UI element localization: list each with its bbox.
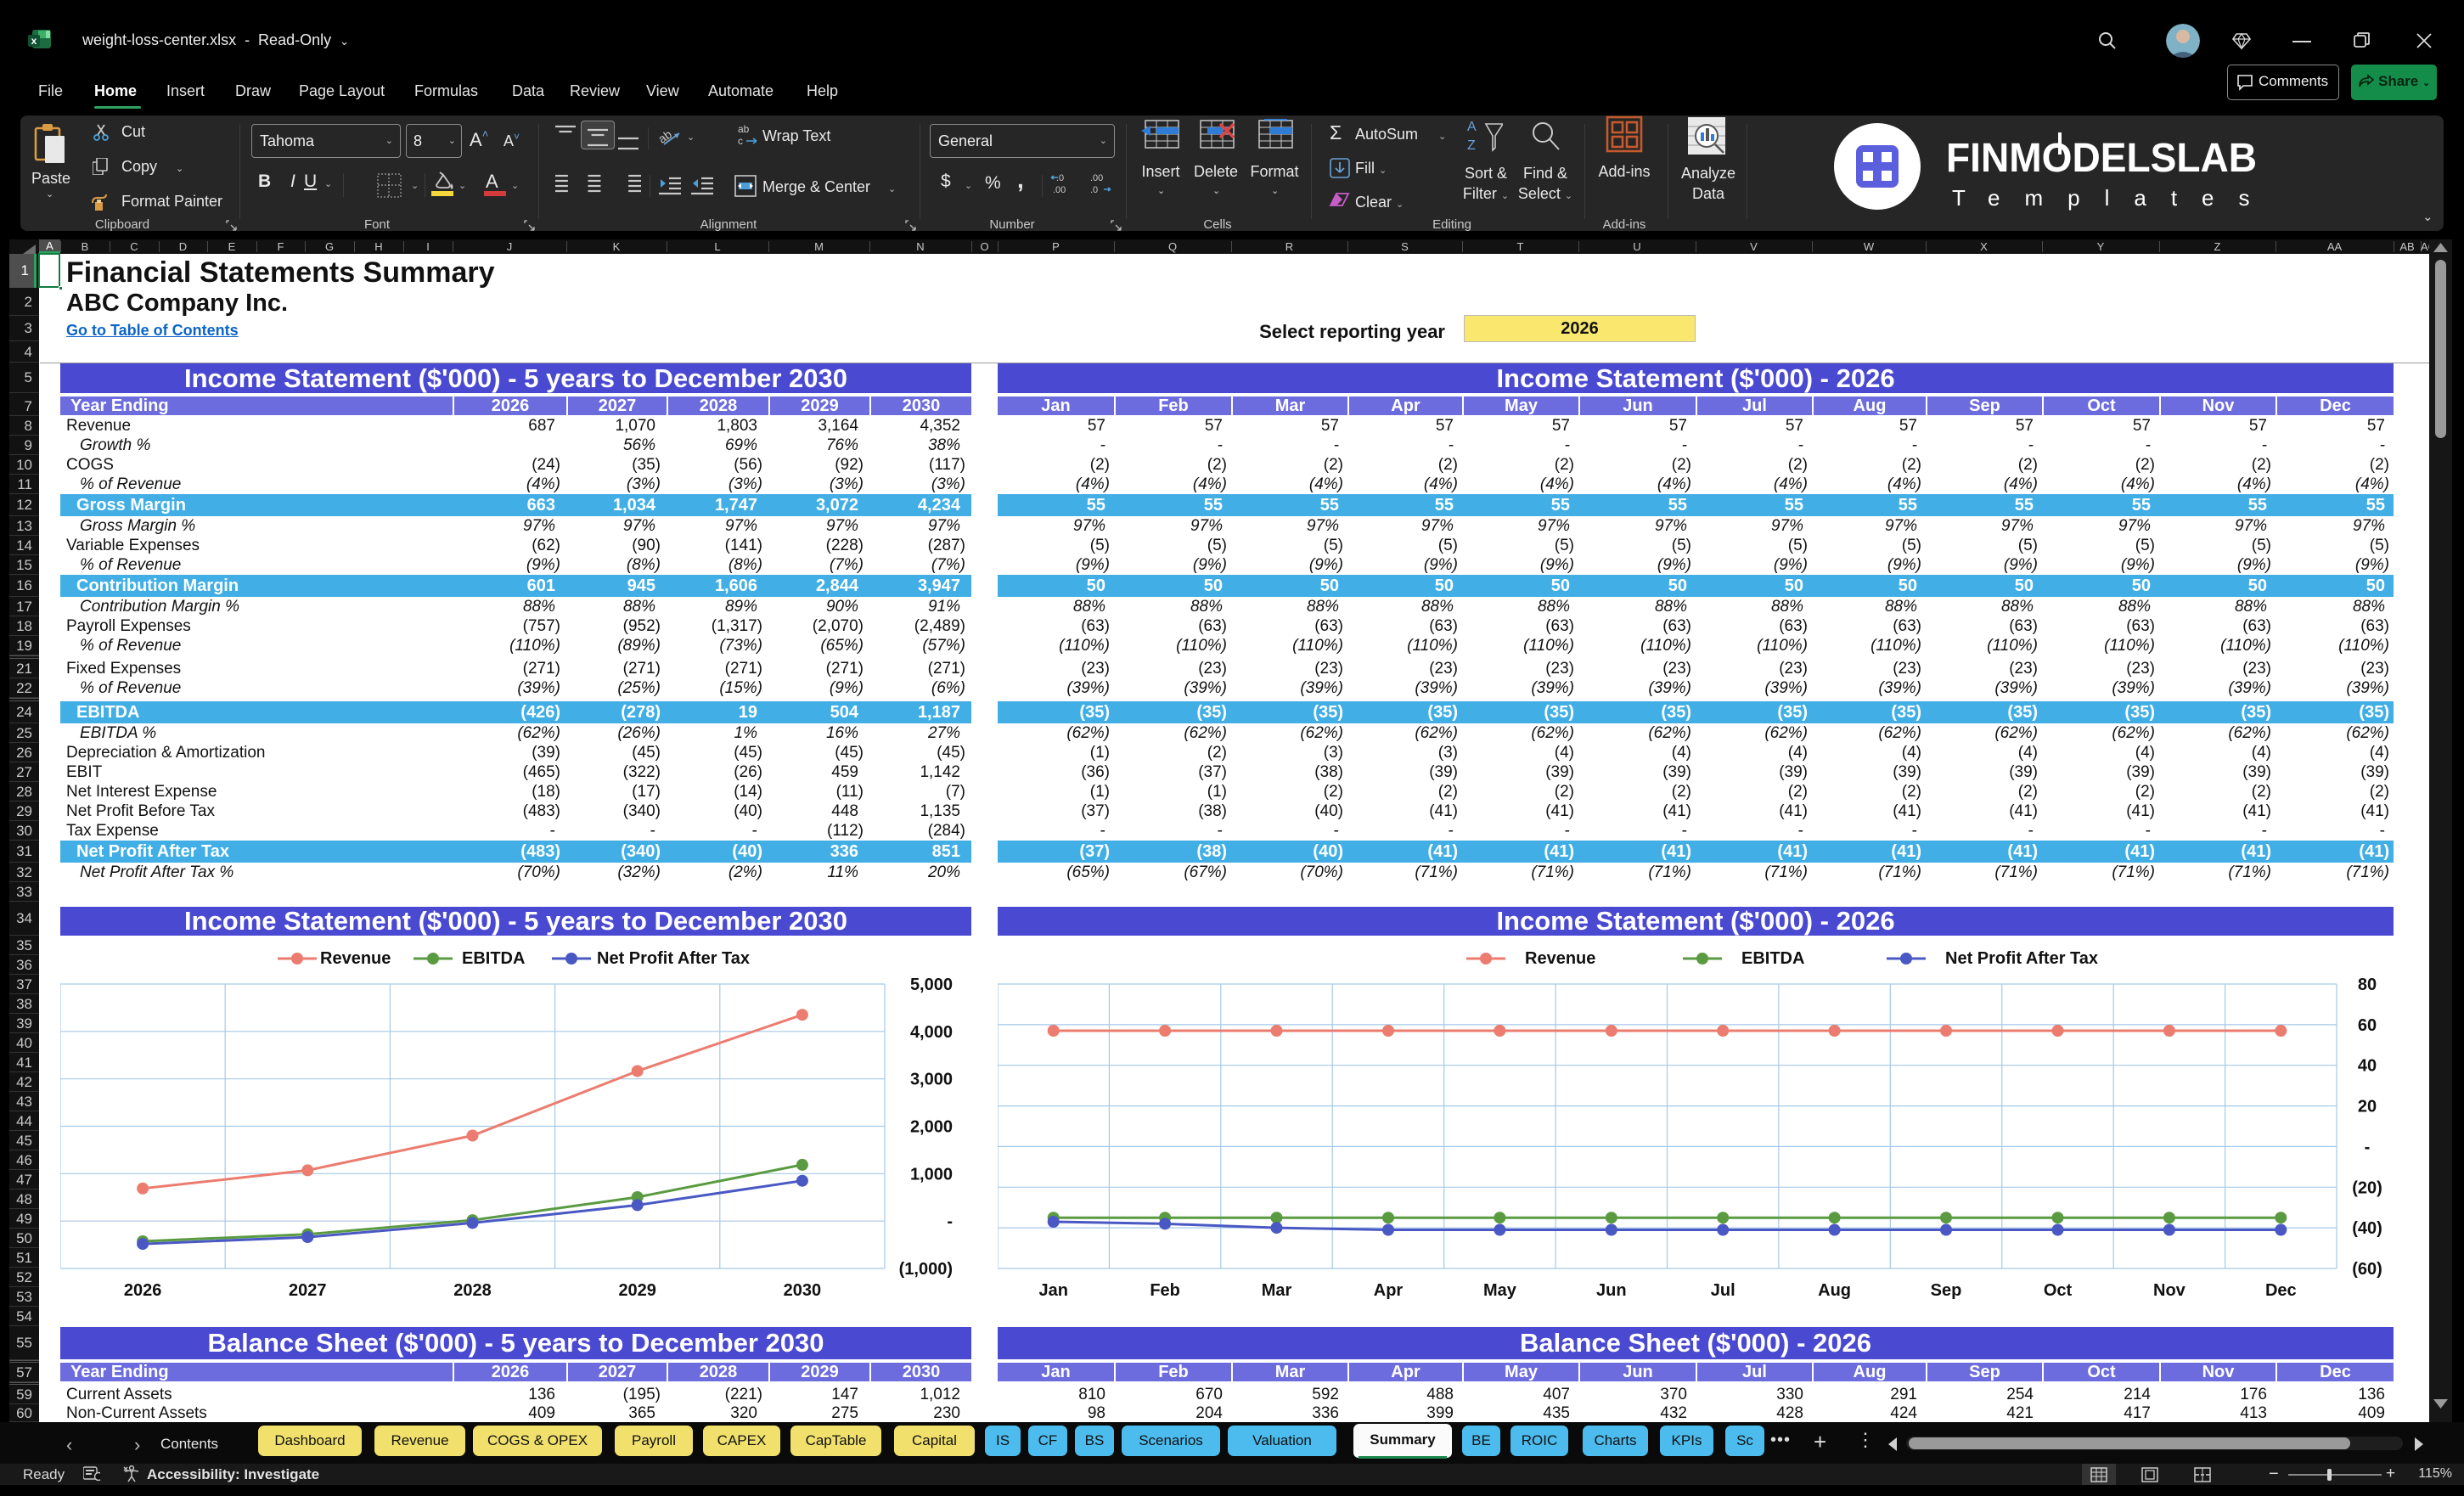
svg-text:4,000: 4,000 xyxy=(910,1023,953,1042)
svg-text:Jun: Jun xyxy=(1596,1281,1627,1300)
svg-text:c: c xyxy=(738,135,743,147)
svg-text:2030: 2030 xyxy=(784,1281,822,1300)
svg-text:May: May xyxy=(1483,1281,1517,1300)
svg-text:.0: .0 xyxy=(1056,173,1064,183)
svg-text:Mar: Mar xyxy=(1262,1281,1292,1300)
svg-text:Jul: Jul xyxy=(1711,1281,1735,1300)
svg-text:(20): (20) xyxy=(2352,1178,2382,1197)
svg-text:.00: .00 xyxy=(1053,185,1066,195)
svg-text:Aug: Aug xyxy=(1818,1281,1851,1300)
svg-text:.0: .0 xyxy=(1090,185,1098,195)
svg-text:Oct: Oct xyxy=(2044,1281,2073,1300)
svg-text:60: 60 xyxy=(2358,1016,2377,1035)
svg-text:x: x xyxy=(31,35,37,47)
svg-text:Sep: Sep xyxy=(1931,1281,1962,1300)
svg-text:2,000: 2,000 xyxy=(910,1118,953,1137)
svg-text:-: - xyxy=(947,1212,953,1231)
svg-text:2029: 2029 xyxy=(618,1281,656,1300)
svg-text:ab: ab xyxy=(738,123,750,135)
svg-text:5,000: 5,000 xyxy=(910,976,953,994)
svg-text:EBITDA: EBITDA xyxy=(1741,949,1804,968)
svg-text:EBITDA: EBITDA xyxy=(462,949,525,968)
svg-text:A: A xyxy=(1467,120,1477,134)
svg-text:(60): (60) xyxy=(2352,1260,2382,1279)
svg-text:2028: 2028 xyxy=(453,1281,492,1300)
svg-text:Revenue: Revenue xyxy=(320,949,391,968)
svg-text:20: 20 xyxy=(2358,1098,2377,1116)
svg-text:Revenue: Revenue xyxy=(1525,949,1595,968)
svg-text:80: 80 xyxy=(2358,976,2377,994)
svg-text:2027: 2027 xyxy=(289,1281,327,1300)
svg-text:.00: .00 xyxy=(1090,173,1103,183)
svg-text:40: 40 xyxy=(2358,1057,2377,1076)
svg-text:Net Profit After Tax: Net Profit After Tax xyxy=(597,949,750,968)
svg-text:Nov: Nov xyxy=(2153,1281,2186,1300)
svg-text:Apr: Apr xyxy=(1374,1281,1404,1300)
svg-text:2026: 2026 xyxy=(124,1281,162,1300)
svg-text:Dec: Dec xyxy=(2265,1281,2297,1300)
svg-text:-: - xyxy=(2365,1138,2371,1156)
svg-text:Net Profit After Tax: Net Profit After Tax xyxy=(1945,949,2098,968)
svg-text:(1,000): (1,000) xyxy=(899,1260,953,1279)
svg-text:(40): (40) xyxy=(2352,1219,2382,1238)
svg-text:3,000: 3,000 xyxy=(910,1071,953,1089)
svg-text:Jan: Jan xyxy=(1038,1281,1067,1300)
svg-text:Z: Z xyxy=(1467,138,1476,153)
svg-text:Feb: Feb xyxy=(1150,1281,1180,1300)
svg-text:1,000: 1,000 xyxy=(910,1165,953,1184)
